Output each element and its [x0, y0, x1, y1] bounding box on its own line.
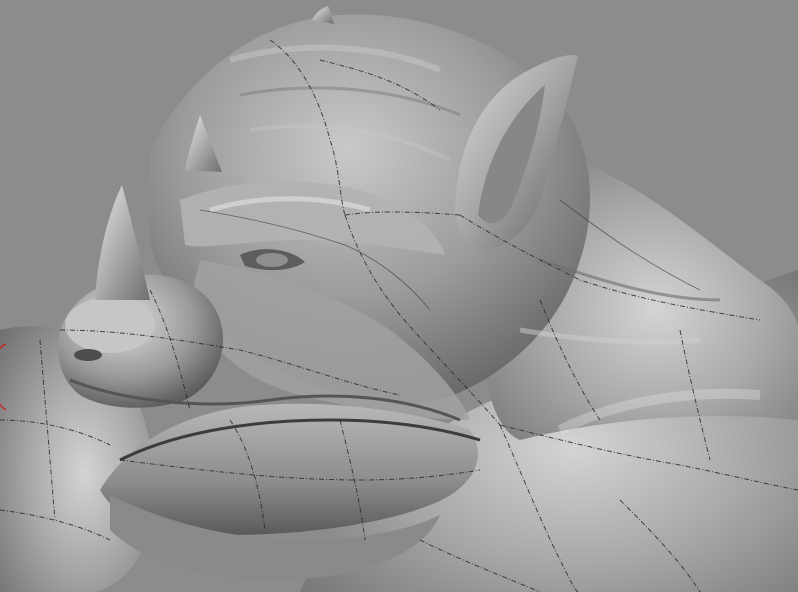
eye	[256, 253, 288, 267]
nose-bulb	[65, 297, 155, 353]
horn-snout	[95, 185, 150, 300]
sculpt-viewport[interactable]	[0, 0, 798, 592]
nostril	[74, 349, 102, 361]
creature-head-model[interactable]	[0, 0, 798, 592]
